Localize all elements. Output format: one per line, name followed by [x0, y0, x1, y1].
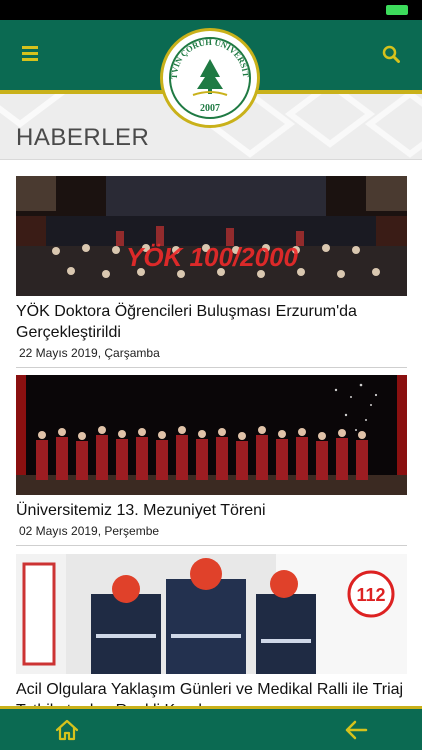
news-title[interactable]: Üniversitemiz 13. Mezuniyet Töreni — [16, 500, 407, 521]
news-image — [16, 375, 407, 495]
back-arrow-icon[interactable] — [344, 719, 368, 741]
news-image-caption: YÖK 100/2000 — [126, 242, 299, 272]
battery-icon — [386, 5, 408, 15]
news-item[interactable]: YÖK 100/2000 YÖK Doktora Öğrencileri Bul… — [16, 176, 407, 368]
hamburger-menu-icon[interactable] — [22, 46, 38, 62]
news-list[interactable]: YÖK 100/2000 YÖK Doktora Öğrencileri Bul… — [0, 160, 422, 710]
news-image: YÖK 100/2000 — [16, 176, 407, 296]
news-title[interactable]: YÖK Doktora Öğrencileri Buluşması Erzuru… — [16, 301, 407, 343]
page-title: HABERLER — [16, 124, 150, 151]
news-item[interactable]: 112 Acil Olgulara Yaklaşım Günleri ve Me… — [16, 554, 407, 710]
divider — [16, 367, 407, 368]
divider — [16, 545, 407, 546]
bottom-navigation-bar — [0, 706, 422, 750]
university-logo: ARTVİN ÇORUH ÜNİVERSİTESİ 2007 — [160, 28, 260, 128]
news-date: 02 Mayıs 2019, Perşembe — [19, 524, 160, 538]
news-image: 112 — [16, 554, 407, 674]
logo-year: 2007 — [200, 103, 220, 114]
status-bar — [0, 0, 422, 20]
news-date: 22 Mayıs 2019, Çarşamba — [19, 346, 160, 360]
svg-text:112: 112 — [356, 585, 385, 605]
news-item[interactable]: Üniversitemiz 13. Mezuniyet Töreni 02 Ma… — [16, 375, 407, 546]
search-icon[interactable] — [382, 45, 400, 63]
home-icon[interactable] — [55, 719, 79, 741]
